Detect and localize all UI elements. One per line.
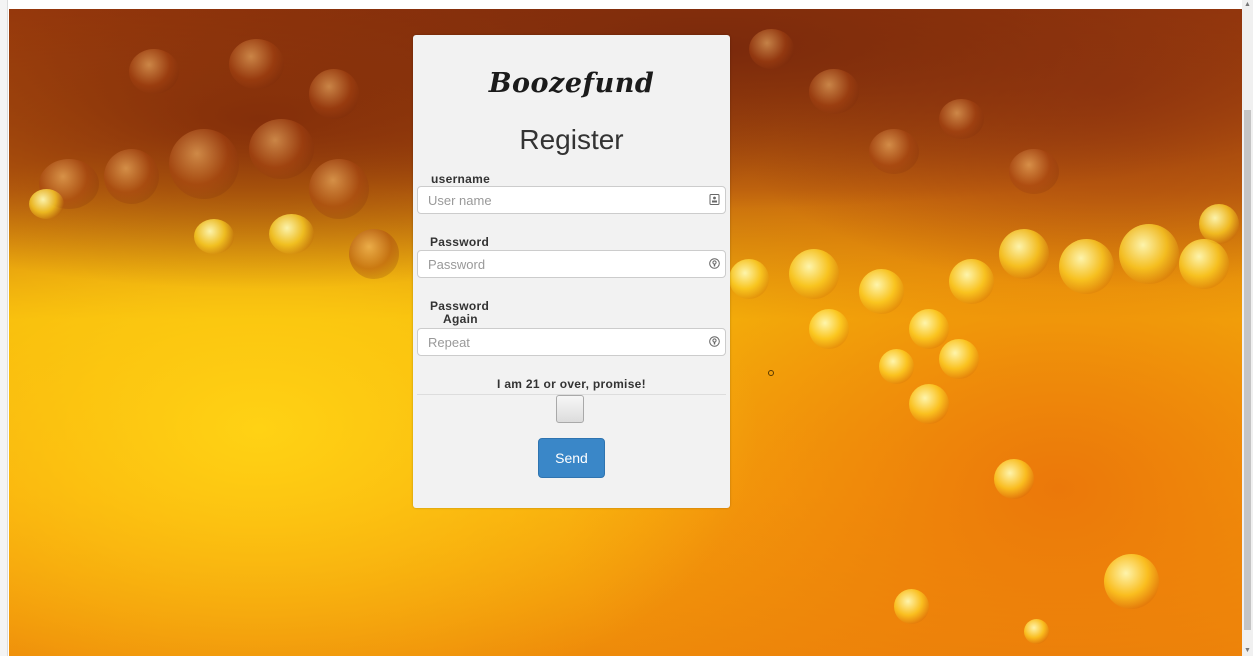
- username-field-wrapper: [417, 186, 726, 214]
- bubble: [1179, 239, 1229, 289]
- bubble: [749, 29, 794, 69]
- id-card-icon: [709, 194, 720, 205]
- left-edge: [0, 0, 8, 656]
- background-speck: [768, 370, 774, 376]
- bubble: [859, 269, 904, 314]
- bubble: [869, 129, 919, 174]
- password-field-wrapper: [417, 250, 726, 278]
- bubble: [1199, 204, 1239, 244]
- age-confirmation-label: I am 21 or over, promise!: [497, 377, 646, 391]
- password-again-label-line2: Again: [443, 312, 478, 326]
- brand-logo: Boozefund: [488, 68, 655, 99]
- bubble: [809, 309, 849, 349]
- bubble: [1059, 239, 1114, 294]
- bubble: [949, 259, 994, 304]
- bubble: [269, 214, 314, 254]
- bubble: [309, 69, 359, 119]
- bubble: [789, 249, 839, 299]
- bubble: [249, 119, 314, 179]
- page-title: Register: [519, 124, 624, 155]
- register-card: Boozefund Register username Password Pas…: [413, 35, 730, 508]
- bubble: [999, 229, 1049, 279]
- repeat-password-field-wrapper: [417, 328, 726, 356]
- password-label: Password: [430, 235, 490, 249]
- username-input[interactable]: [418, 187, 708, 213]
- bubble: [994, 459, 1034, 499]
- bubble: [349, 229, 399, 279]
- bubble: [909, 309, 949, 349]
- repeat-password-input[interactable]: [418, 329, 708, 355]
- bubble: [939, 99, 984, 139]
- page: ▲ ▼ Boozefund Register username Password: [0, 0, 1253, 656]
- lock-icon: [709, 258, 720, 269]
- bubble: [809, 69, 859, 114]
- scroll-thumb[interactable]: [1244, 110, 1251, 630]
- scroll-down-icon[interactable]: ▼: [1244, 647, 1251, 655]
- bubble: [879, 349, 914, 384]
- bubble: [1104, 554, 1159, 609]
- vertical-scrollbar[interactable]: ▲ ▼: [1242, 0, 1253, 656]
- bubble: [1009, 149, 1059, 194]
- age-confirmation-checkbox[interactable]: [556, 395, 584, 423]
- lock-icon: [709, 336, 720, 347]
- bubble: [1119, 224, 1179, 284]
- bubble: [229, 39, 284, 89]
- password-input[interactable]: [418, 251, 708, 277]
- top-edge: [0, 0, 1253, 9]
- bubble: [169, 129, 239, 199]
- bubble: [939, 339, 979, 379]
- bubble: [729, 259, 769, 299]
- bubble: [1024, 619, 1049, 644]
- bubble: [194, 219, 234, 254]
- username-label: username: [431, 172, 491, 186]
- bubble: [29, 189, 64, 219]
- bubble: [894, 589, 929, 624]
- bubble: [309, 159, 369, 219]
- password-again-label: Password Again: [430, 300, 500, 326]
- send-button[interactable]: Send: [538, 438, 605, 478]
- bubble: [909, 384, 949, 424]
- scroll-up-icon[interactable]: ▲: [1244, 1, 1251, 9]
- bubble: [104, 149, 159, 204]
- bubble: [129, 49, 179, 94]
